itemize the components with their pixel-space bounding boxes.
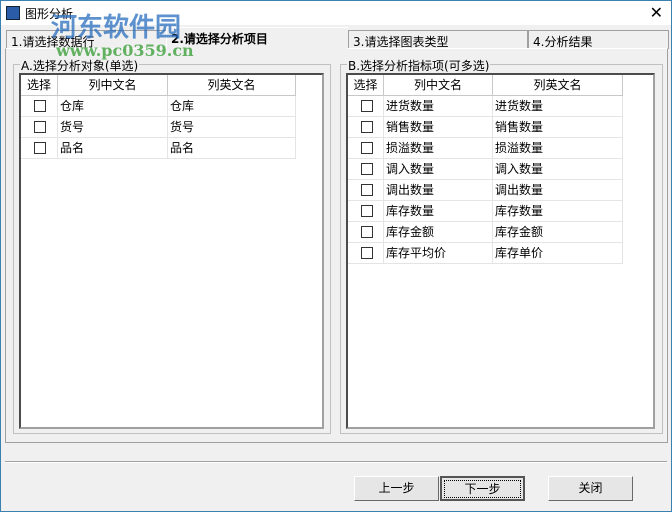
select-checkbox[interactable] — [34, 142, 46, 154]
chinese-name-cell: 调入数量 — [384, 159, 493, 180]
table-row[interactable]: 损溢数量 损溢数量 — [348, 138, 623, 159]
chinese-name-cell: 销售数量 — [384, 117, 493, 138]
grid-header: 选择 列中文名 列英文名 — [21, 75, 296, 96]
table-row[interactable]: 库存金额 库存金额 — [348, 222, 623, 243]
chinese-name-cell: 品名 — [58, 138, 168, 159]
divider — [5, 461, 667, 463]
prev-button[interactable]: 上一步 — [354, 476, 439, 501]
chinese-name-cell: 进货数量 — [384, 96, 493, 117]
english-name-cell: 销售数量 — [493, 117, 623, 138]
next-label: 下一步 — [444, 480, 521, 498]
table-row[interactable]: 库存平均价 库存单价 — [348, 243, 623, 264]
english-name-cell: 损溢数量 — [493, 138, 623, 159]
english-name-cell: 库存金额 — [493, 222, 623, 243]
group-analysis-metrics: B.选择分析指标项(可多选) 选择 列中文名 列英文名 进货数量 进货数量 销售数量 销售数… — [340, 57, 663, 434]
english-name-cell: 库存单价 — [493, 243, 623, 264]
column-header[interactable]: 列英文名 — [493, 75, 623, 96]
english-name-cell: 品名 — [168, 138, 296, 159]
chinese-name-cell: 损溢数量 — [384, 138, 493, 159]
select-checkbox[interactable] — [360, 142, 373, 154]
select-checkbox[interactable] — [34, 121, 46, 133]
chinese-name-cell: 库存平均价 — [384, 243, 493, 264]
tab-select-chart-type[interactable]: 3.请选择图表类型 — [348, 30, 528, 49]
english-name-cell: 货号 — [168, 117, 296, 138]
group-b-label: B.选择分析指标项(可多选) — [347, 57, 491, 74]
group-analysis-object: A.选择分析对象(单选) 选择 列中文名 列英文名 仓库 仓库 货号 货号 品名 品名 — [13, 57, 331, 434]
chinese-name-cell: 仓库 — [58, 96, 168, 117]
select-checkbox[interactable] — [360, 184, 373, 196]
object-grid[interactable]: 选择 列中文名 列英文名 仓库 仓库 货号 货号 品名 品名 — [19, 73, 324, 429]
metrics-grid[interactable]: 选择 列中文名 列英文名 进货数量 进货数量 销售数量 销售数量 损溢数量 损溢数量 调入数量 调入… — [346, 73, 655, 429]
close-icon[interactable]: ✕ — [650, 3, 663, 22]
column-header[interactable]: 列中文名 — [384, 75, 493, 96]
select-checkbox[interactable] — [360, 205, 373, 217]
next-button[interactable]: 下一步 — [440, 476, 525, 501]
column-header[interactable]: 列英文名 — [168, 75, 296, 96]
english-name-cell: 调入数量 — [493, 159, 623, 180]
chinese-name-cell: 库存数量 — [384, 201, 493, 222]
english-name-cell: 仓库 — [168, 96, 296, 117]
column-header[interactable]: 选择 — [348, 75, 384, 96]
column-header[interactable]: 选择 — [21, 75, 58, 96]
column-header[interactable]: 列中文名 — [58, 75, 168, 96]
table-row[interactable]: 调入数量 调入数量 — [348, 159, 623, 180]
tab-panel: A.选择分析对象(单选) 选择 列中文名 列英文名 仓库 仓库 货号 货号 品名 品名 B.选择… — [5, 48, 668, 443]
select-checkbox[interactable] — [360, 163, 373, 175]
grid-header: 选择 列中文名 列英文名 — [348, 75, 623, 96]
table-row[interactable]: 销售数量 销售数量 — [348, 117, 623, 138]
table-row[interactable]: 调出数量 调出数量 — [348, 180, 623, 201]
select-checkbox[interactable] — [360, 247, 373, 259]
close-button[interactable]: 关闭 — [548, 476, 633, 501]
table-row[interactable]: 品名 品名 — [21, 138, 296, 159]
select-checkbox[interactable] — [34, 100, 46, 112]
chinese-name-cell: 调出数量 — [384, 180, 493, 201]
chinese-name-cell: 货号 — [58, 117, 168, 138]
table-row[interactable]: 进货数量 进货数量 — [348, 96, 623, 117]
app-icon — [6, 6, 20, 20]
watermark-url: www.pc0359.cn — [56, 41, 194, 60]
english-name-cell: 库存数量 — [493, 201, 623, 222]
chinese-name-cell: 库存金额 — [384, 222, 493, 243]
select-checkbox[interactable] — [360, 100, 373, 112]
watermark-logo: 河东软件园 — [51, 13, 182, 43]
table-row[interactable]: 库存数量 库存数量 — [348, 201, 623, 222]
table-row[interactable]: 货号 货号 — [21, 117, 296, 138]
select-checkbox[interactable] — [360, 226, 373, 238]
english-name-cell: 调出数量 — [493, 180, 623, 201]
select-checkbox[interactable] — [360, 121, 373, 133]
table-row[interactable]: 仓库 仓库 — [21, 96, 296, 117]
tab-results[interactable]: 4.分析结果 — [528, 30, 669, 49]
english-name-cell: 进货数量 — [493, 96, 623, 117]
